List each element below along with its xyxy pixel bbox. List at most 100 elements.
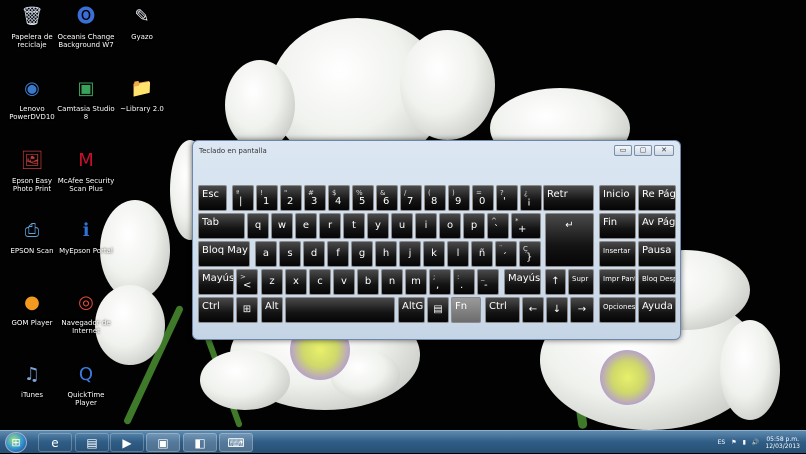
internet-explorer-icon[interactable]: e (38, 433, 72, 452)
key-win[interactable]: ⊞ (236, 297, 258, 323)
flag-icon[interactable]: ⚑ (731, 439, 736, 446)
desktop-icon-epson-scan[interactable]: ⎙ EPSON Scan (3, 218, 61, 256)
key-g[interactable]: g (351, 241, 373, 267)
key-e[interactable]: e (295, 213, 317, 239)
key-j[interactable]: j (399, 241, 421, 267)
key-k12[interactable]: ? ' (496, 185, 518, 211)
desktop-icon-oceanis[interactable]: 🅞 Oceanis Change Background W7 (57, 4, 115, 50)
key-z[interactable]: z (261, 269, 283, 295)
key-acc[interactable]: ^ ` (487, 213, 509, 239)
key-k3[interactable]: " 2 (280, 185, 302, 211)
network-icon[interactable]: ▮ (743, 439, 746, 446)
desktop-icon-quicktime[interactable]: Q QuickTime Player (57, 362, 115, 408)
key-bloqdespl[interactable]: Bloq Despl (638, 269, 676, 295)
key-lt[interactable]: > < (236, 269, 258, 295)
language-indicator[interactable]: ES (718, 439, 726, 446)
key-k10[interactable]: ) 9 (448, 185, 470, 211)
key-w[interactable]: w (271, 213, 293, 239)
on-screen-keyboard-window[interactable]: Teclado en pantalla ▭ ▢ ✕ Esc ª |! 1 " 2 #3 $4%… (192, 140, 681, 340)
key-retr[interactable]: Retr (543, 185, 594, 211)
key-menu[interactable]: ▤ (427, 297, 449, 323)
desktop-icon-mcafee[interactable]: M McAfee Security Scan Plus (57, 148, 115, 194)
desktop-icon-powerdvd[interactable]: ◉ Lenovo PowerDVD10 (3, 76, 61, 122)
key-n[interactable]: n (381, 269, 403, 295)
key-y[interactable]: y (367, 213, 389, 239)
key-altgr[interactable]: AltGr (398, 297, 425, 323)
key-cced[interactable]: Ç} (519, 241, 541, 267)
key-space[interactable] (285, 297, 395, 323)
key-k2[interactable]: ! 1 (256, 185, 278, 211)
key-t[interactable]: t (343, 213, 365, 239)
camtasia-recorder-icon[interactable]: ◧ (183, 433, 217, 452)
key-rshift[interactable]: Mayús (504, 269, 541, 295)
key-a[interactable]: a (255, 241, 277, 267)
desktop-icon-gom-player[interactable]: ● GOM Player (3, 290, 61, 328)
minimize-button[interactable]: ▭ (614, 145, 632, 156)
key-v[interactable]: v (333, 269, 355, 295)
key-k8[interactable]: /7 (400, 185, 422, 211)
key-x[interactable]: x (285, 269, 307, 295)
key-esc[interactable]: Esc (198, 185, 227, 211)
key-c[interactable]: c (309, 269, 331, 295)
close-button[interactable]: ✕ (654, 145, 674, 156)
key-d[interactable]: d (303, 241, 325, 267)
key-k5[interactable]: $4 (328, 185, 350, 211)
key-diaer[interactable]: ¨ ´ (495, 241, 517, 267)
key-q[interactable]: q (247, 213, 269, 239)
file-explorer-icon[interactable]: ▤ (75, 433, 109, 452)
key-left[interactable]: ← (522, 297, 544, 323)
key-k1[interactable]: ª | (232, 185, 254, 211)
key-enter[interactable]: ↵ (545, 213, 594, 267)
key-i[interactable]: i (415, 213, 437, 239)
key-b[interactable]: b (357, 269, 379, 295)
key-dash[interactable]: _ - (477, 269, 499, 295)
key-fin[interactable]: Fin (599, 213, 636, 239)
desktop-icon-recycle-bin[interactable]: 🗑 Papelera de reciclaje (3, 4, 61, 50)
key-bloqmay[interactable]: Bloq May (198, 241, 250, 267)
key-u[interactable]: u (391, 213, 413, 239)
key-fn[interactable]: Fn (451, 297, 481, 323)
key-pausa[interactable]: Pausa (638, 241, 676, 267)
key-imprpant[interactable]: Impr Pant (599, 269, 636, 295)
key-k7[interactable]: & 6 (376, 185, 398, 211)
key-up[interactable]: ↑ (545, 269, 566, 295)
volume-icon[interactable]: 🔊 (752, 439, 759, 446)
key-r[interactable]: r (319, 213, 341, 239)
key-ntilde[interactable]: ñ (471, 241, 493, 267)
key-supr[interactable]: Supr (568, 269, 594, 295)
key-comma[interactable]: ;, (429, 269, 451, 295)
camtasia-task-icon[interactable]: ▣ (146, 433, 180, 452)
key-rctrl[interactable]: Ctrl (485, 297, 520, 323)
key-lctrl[interactable]: Ctrl (198, 297, 234, 323)
key-h[interactable]: h (375, 241, 397, 267)
desktop-icon-folder[interactable]: 📁 ~Library 2.0 (113, 76, 171, 114)
key-l[interactable]: l (447, 241, 469, 267)
key-insertar[interactable]: Insertar (599, 241, 636, 267)
key-m[interactable]: m (405, 269, 427, 295)
desktop-icon-chrome[interactable]: ◎ Navegador de Internet (57, 290, 115, 336)
keyboard-task-icon[interactable]: ⌨ (219, 433, 253, 452)
key-p[interactable]: p (463, 213, 485, 239)
key-k13[interactable]: ¿ ¡ (520, 185, 542, 211)
key-avpag[interactable]: Av Pág (638, 213, 676, 239)
key-k4[interactable]: #3 (304, 185, 326, 211)
desktop-icon-camtasia[interactable]: ▣ Camtasia Studio 8 (57, 76, 115, 122)
key-tab[interactable]: Tab (198, 213, 245, 239)
clock[interactable]: 05:58 p.m. 12/03/2013 (765, 436, 800, 450)
key-f[interactable]: f (327, 241, 349, 267)
key-k[interactable]: k (423, 241, 445, 267)
maximize-button[interactable]: ▢ (634, 145, 652, 156)
desktop-icon-epson-photo[interactable]: 🖼 Epson Easy Photo Print (3, 148, 61, 194)
start-button[interactable]: ⊞ (5, 432, 27, 453)
media-player-icon[interactable]: ▶ (110, 433, 144, 452)
key-down[interactable]: ↓ (546, 297, 568, 323)
key-lshift[interactable]: Mayús (198, 269, 234, 295)
key-k11[interactable]: = 0 (472, 185, 494, 211)
key-period[interactable]: :. (453, 269, 475, 295)
key-plus[interactable]: * + (511, 213, 541, 239)
key-inicio[interactable]: Inicio (599, 185, 636, 211)
desktop-icon-gyazo[interactable]: ✎ Gyazo (113, 4, 171, 42)
key-alt[interactable]: Alt (261, 297, 283, 323)
key-repag[interactable]: Re Pág (638, 185, 676, 211)
desktop-icon-myepson[interactable]: ℹ MyEpson Portal (57, 218, 115, 256)
